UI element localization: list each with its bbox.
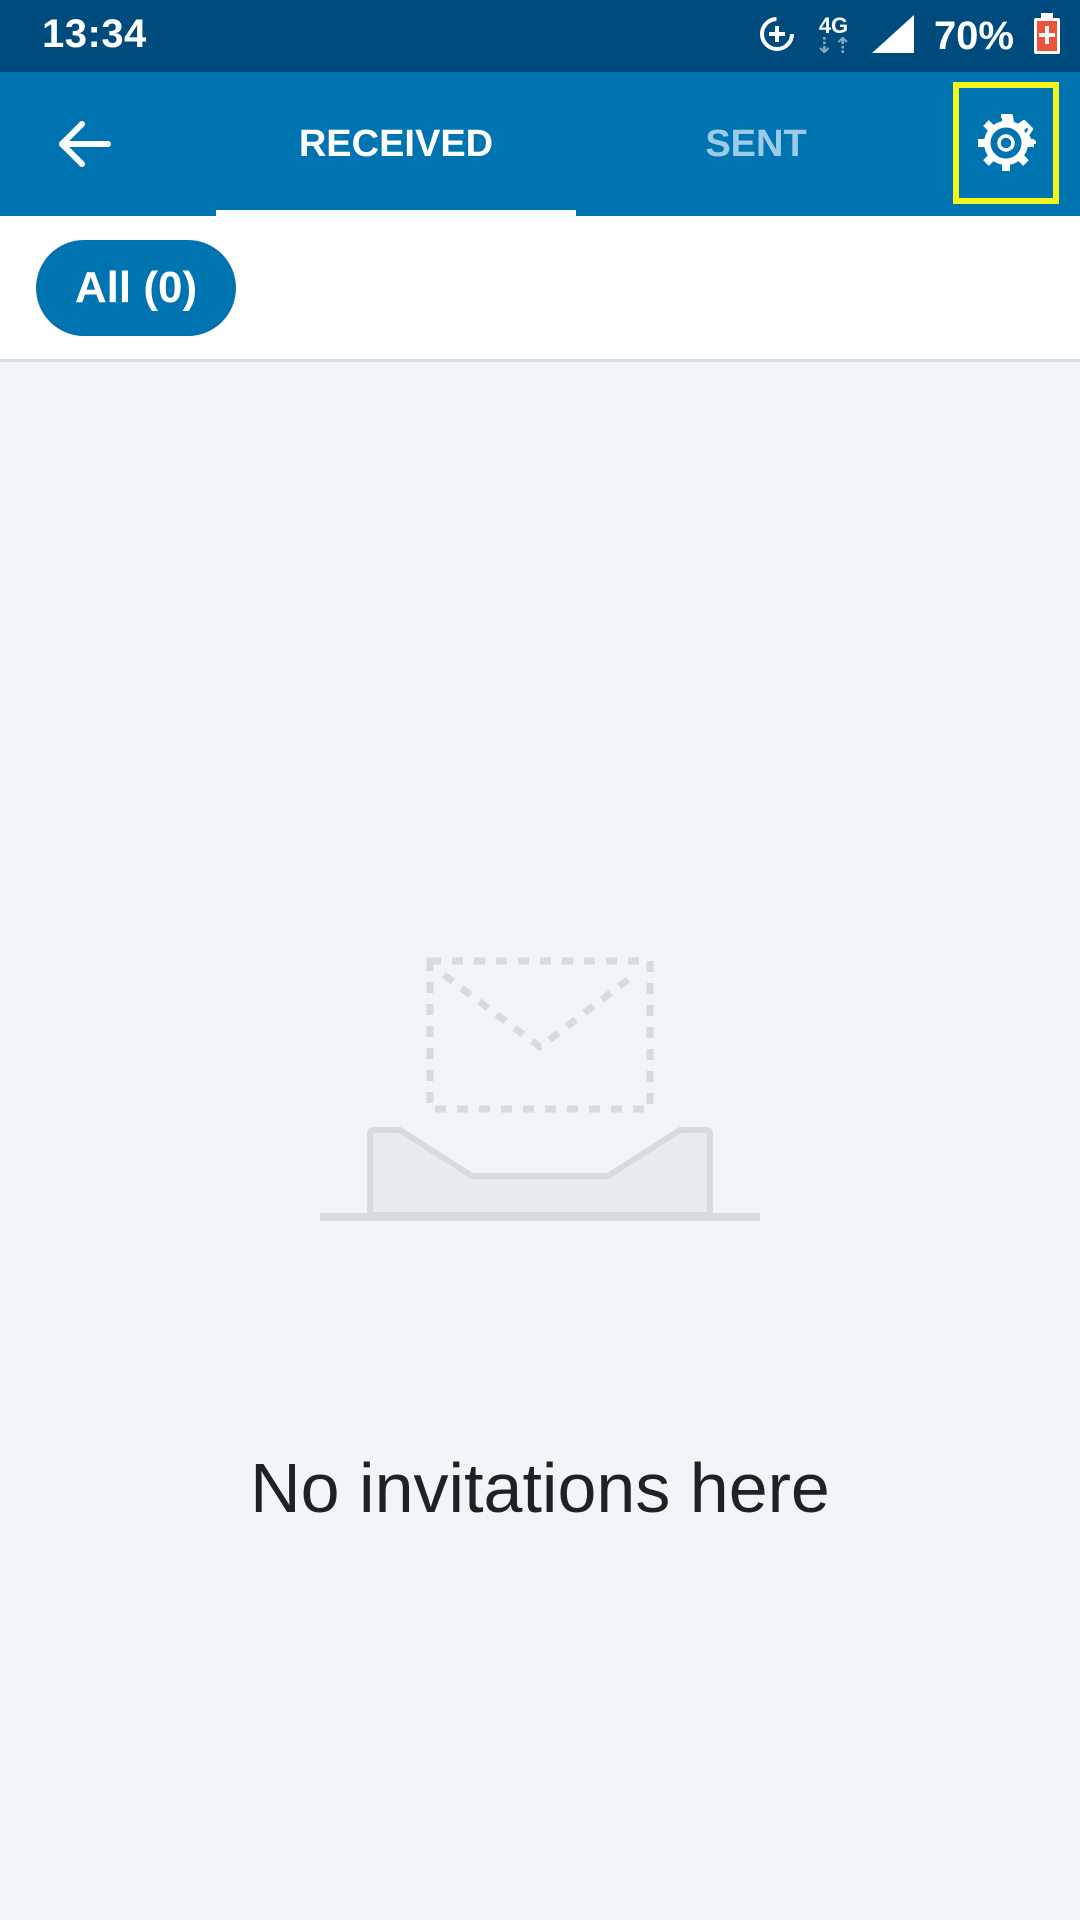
signal-icon (870, 13, 916, 60)
filter-bar: All (0) (0, 216, 1080, 362)
data-saver-icon (757, 14, 797, 59)
app-bar: RECEIVED SENT (0, 72, 1080, 216)
tab-sent[interactable]: SENT (576, 72, 936, 216)
filter-chip-all[interactable]: All (0) (36, 240, 236, 336)
tab-received[interactable]: RECEIVED (216, 72, 576, 216)
empty-state-message: No invitations here (250, 1449, 830, 1527)
status-time: 13:34 (42, 12, 147, 56)
settings-button[interactable] (953, 82, 1059, 204)
battery-charging-icon (1032, 12, 1062, 61)
status-icons: 4G ⇣⇡ 70% (757, 0, 1062, 72)
tab-sent-label: SENT (705, 122, 807, 165)
tab-received-label: RECEIVED (298, 122, 494, 165)
empty-inbox-icon (318, 955, 762, 1225)
status-bar: 13:34 4G ⇣⇡ 70% (0, 0, 1080, 72)
gear-icon (978, 114, 1036, 171)
network-4g-icon: 4G ⇣⇡ (815, 13, 852, 58)
back-button[interactable] (40, 104, 128, 184)
arrow-back-icon (59, 121, 111, 167)
battery-percent: 70% (933, 13, 1014, 58)
